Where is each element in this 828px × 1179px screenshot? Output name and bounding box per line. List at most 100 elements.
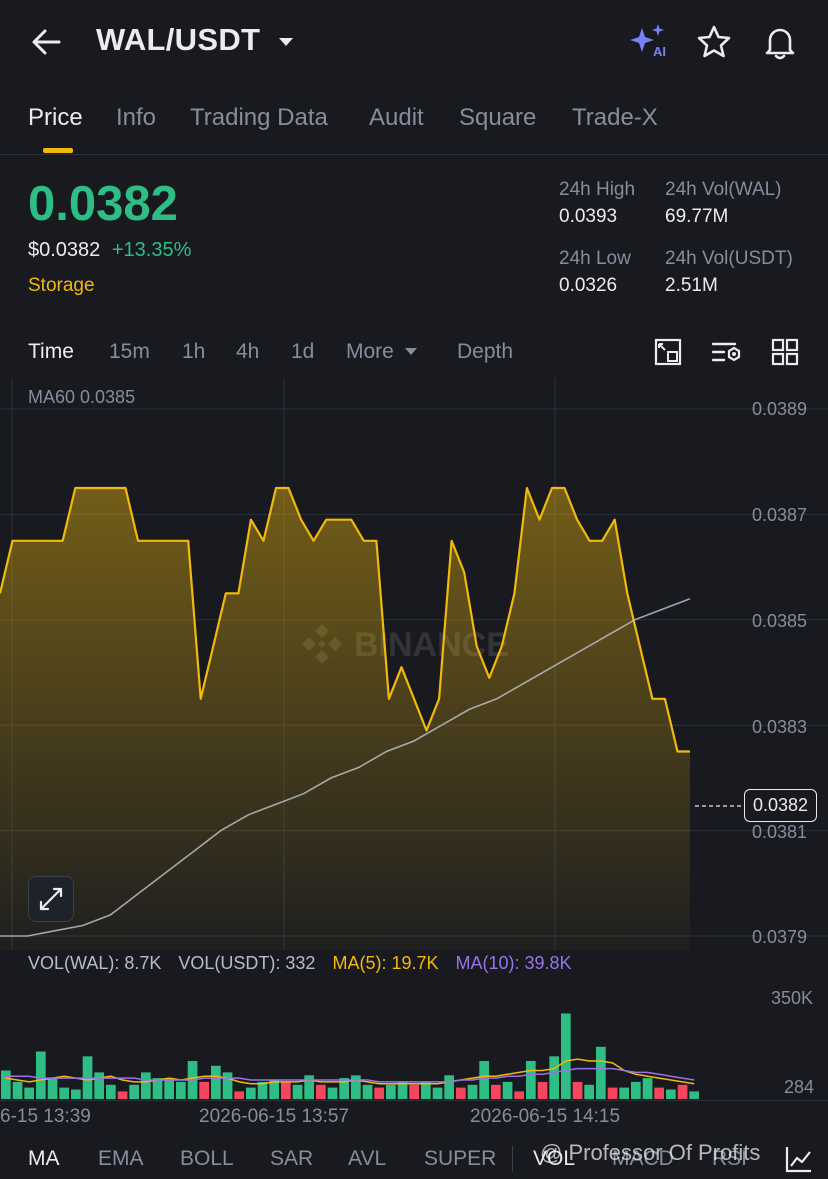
bell-icon bbox=[765, 28, 795, 60]
volume-bar bbox=[514, 1091, 524, 1099]
volume-bar bbox=[59, 1087, 69, 1099]
volume-bar bbox=[281, 1081, 291, 1099]
y-label-0389: 0.0389 bbox=[752, 399, 808, 419]
caret-down-icon bbox=[404, 348, 417, 356]
interval-time[interactable]: Time bbox=[28, 340, 74, 364]
back-button[interactable] bbox=[28, 26, 64, 58]
category-tag[interactable]: Storage bbox=[28, 275, 95, 297]
interval-depth[interactable]: Depth bbox=[457, 340, 513, 364]
tab-divider bbox=[0, 154, 828, 155]
tab-audit[interactable]: Audit bbox=[369, 104, 424, 132]
volume-bar bbox=[502, 1081, 513, 1099]
pair-selector[interactable]: WAL/USDT bbox=[96, 22, 295, 58]
volume-bar bbox=[479, 1061, 489, 1099]
volume-bar bbox=[432, 1087, 443, 1099]
tab-trade-x[interactable]: Trade-X bbox=[572, 104, 658, 132]
volume-bar bbox=[537, 1081, 548, 1099]
volume-bar bbox=[12, 1081, 23, 1099]
indicator-separator bbox=[512, 1146, 513, 1172]
volume-bar bbox=[47, 1078, 58, 1099]
volume-bar bbox=[234, 1091, 244, 1099]
y-label-0387: 0.0387 bbox=[752, 505, 808, 525]
settings-list-icon bbox=[711, 342, 741, 362]
volume-bar bbox=[211, 1065, 221, 1100]
volume-bar bbox=[467, 1084, 478, 1100]
vol-wal-label: 24h Vol(WAL) bbox=[665, 179, 782, 200]
tab-price[interactable]: Price bbox=[28, 104, 83, 132]
price-chart[interactable]: BINANCE bbox=[0, 378, 828, 950]
interval-more[interactable]: More bbox=[346, 340, 418, 364]
volume-bar bbox=[106, 1084, 116, 1100]
credit-watermark: @ Professor Of Profits bbox=[540, 1140, 760, 1166]
volume-bar bbox=[222, 1072, 233, 1099]
expand-icon bbox=[39, 887, 63, 911]
vol-usdt-readout: VOL(USDT): 332 bbox=[178, 953, 316, 973]
volume-bar bbox=[689, 1091, 699, 1099]
alert-button[interactable] bbox=[762, 24, 798, 60]
volume-bar bbox=[666, 1089, 676, 1099]
x-label-3: 2026-06-15 14:15 bbox=[470, 1106, 621, 1127]
volume-bar bbox=[607, 1087, 618, 1099]
ma5-readout: MA(5): 19.7K bbox=[332, 953, 439, 973]
volume-bar bbox=[374, 1087, 384, 1099]
volume-bar bbox=[292, 1084, 303, 1100]
indicator-chart-button[interactable] bbox=[784, 1144, 814, 1174]
volume-bar bbox=[677, 1084, 688, 1100]
volume-bar bbox=[199, 1081, 209, 1099]
current-price-tag: 0.0382 bbox=[744, 789, 818, 822]
fullscreen-button[interactable] bbox=[28, 876, 74, 922]
volume-bar bbox=[561, 1013, 571, 1099]
price-change: +13.35% bbox=[111, 239, 192, 261]
volume-bar bbox=[584, 1084, 594, 1100]
vol-label-284: 284 bbox=[784, 1077, 815, 1097]
volume-bar bbox=[316, 1084, 326, 1100]
tab-info[interactable]: Info bbox=[116, 104, 156, 132]
pair-title: WAL/USDT bbox=[96, 22, 261, 57]
volume-bar bbox=[642, 1078, 653, 1099]
volume-bar bbox=[351, 1075, 361, 1100]
indicator-sar[interactable]: SAR bbox=[270, 1147, 313, 1171]
indicator-ema[interactable]: EMA bbox=[98, 1147, 144, 1171]
indicator-boll[interactable]: BOLL bbox=[180, 1147, 234, 1171]
usd-price: $0.0382 bbox=[28, 239, 101, 261]
active-tab-indicator bbox=[43, 148, 73, 153]
volume-ma10-line bbox=[5, 1067, 695, 1083]
interval-1h[interactable]: 1h bbox=[182, 340, 205, 364]
volume-bar bbox=[444, 1075, 454, 1100]
volume-bar bbox=[526, 1061, 536, 1099]
chart-settings-icon bbox=[654, 338, 682, 366]
volume-bar bbox=[304, 1075, 314, 1100]
interval-4h[interactable]: 4h bbox=[236, 340, 259, 364]
indicator-ma[interactable]: MA bbox=[28, 1147, 60, 1171]
indicator-super[interactable]: SUPER bbox=[424, 1147, 496, 1171]
volume-bar bbox=[141, 1072, 151, 1099]
tab-trading-data[interactable]: Trading Data bbox=[190, 104, 328, 132]
volume-bar bbox=[176, 1081, 186, 1099]
y-label-0385: 0.0385 bbox=[752, 611, 808, 631]
volume-bar bbox=[129, 1084, 139, 1100]
indicator-settings-button[interactable] bbox=[710, 337, 744, 367]
volume-bar bbox=[164, 1078, 174, 1099]
layout-grid-button[interactable] bbox=[770, 337, 800, 367]
interval-1d[interactable]: 1d bbox=[291, 340, 314, 364]
vol-label-350k: 350K bbox=[771, 988, 814, 1008]
favorite-button[interactable] bbox=[696, 24, 732, 60]
volume-bar bbox=[246, 1087, 256, 1099]
volume-bar bbox=[94, 1072, 104, 1099]
ai-button[interactable]: AI bbox=[628, 22, 670, 62]
volume-bar bbox=[491, 1084, 501, 1100]
volume-bar bbox=[572, 1081, 583, 1099]
y-label-0381: 0.0381 bbox=[752, 822, 808, 842]
volume-chart[interactable] bbox=[0, 980, 700, 1100]
grid-icon bbox=[771, 338, 799, 366]
indicator-avl[interactable]: AVL bbox=[348, 1147, 386, 1171]
volume-bar bbox=[654, 1087, 664, 1099]
chart-mode-button[interactable] bbox=[652, 337, 684, 367]
volume-bar bbox=[619, 1087, 629, 1099]
vol-wal-readout: VOL(WAL): 8.7K bbox=[28, 953, 162, 973]
chart-line-icon bbox=[785, 1147, 811, 1173]
volume-bar bbox=[549, 1056, 559, 1100]
tab-square[interactable]: Square bbox=[459, 104, 536, 132]
interval-15m[interactable]: 15m bbox=[109, 340, 150, 364]
credit-text: @ Professor Of Profits bbox=[540, 1140, 761, 1165]
